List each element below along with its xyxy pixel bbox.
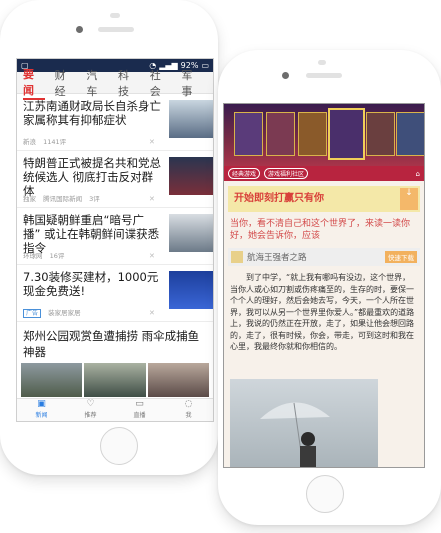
nav-live[interactable]: ▭ 直播 bbox=[115, 399, 164, 421]
news-title: 韩国疑朝鲜重启“暗号广播” 或让在韩朝鲜间谍获悉指令 bbox=[23, 213, 160, 255]
home-button[interactable] bbox=[306, 475, 344, 513]
news-title: 特朗普正式被提名共和党总统候选人 彻底打击反对群体 bbox=[23, 156, 161, 198]
gallery-title: 郑州公园观赏鱼遭捕捞 雨伞成捕鱼神器 bbox=[23, 329, 200, 359]
nav-recommend[interactable]: ♡ 推荐 bbox=[66, 399, 115, 421]
news-item-ad[interactable]: 7.30装修买建材，1000元现金免费送! 广告 装家居家居 ✕ bbox=[17, 265, 213, 322]
news-source: 环球网 bbox=[23, 252, 43, 260]
news-source: 装家居家居 bbox=[48, 309, 81, 317]
news-comments: 3评 bbox=[89, 195, 100, 203]
hero-card bbox=[298, 112, 327, 156]
front-camera bbox=[76, 26, 83, 33]
speaker-dot bbox=[110, 13, 120, 18]
umbrella-photo bbox=[260, 402, 330, 467]
highlight-text: 当你，看不清自己和这个世界了，来读一读你好，她会告诉你，应该 bbox=[230, 219, 411, 241]
front-camera bbox=[282, 72, 289, 79]
news-icon: ▣ bbox=[37, 399, 46, 409]
dismiss-icon[interactable]: ✕ bbox=[149, 138, 155, 146]
menu-center[interactable]: 游戏福利社区 bbox=[264, 168, 309, 179]
news-title: 7.30装修买建材，1000元现金免费送! bbox=[23, 270, 159, 298]
news-item[interactable]: 江苏南通财政局长自杀身亡 家属称其有抑郁症状 新浪 1141评 ✕ bbox=[17, 94, 213, 151]
hero-card-featured bbox=[328, 108, 365, 160]
news-meta: 新浪 1141评 bbox=[23, 136, 71, 146]
news-thumbnail bbox=[169, 157, 213, 195]
earpiece bbox=[98, 27, 134, 32]
hero-card bbox=[366, 112, 395, 156]
home-icon[interactable]: ⌂ bbox=[416, 170, 420, 178]
heart-icon: ♡ bbox=[86, 399, 95, 409]
game-banner[interactable] bbox=[224, 104, 424, 166]
earpiece bbox=[306, 73, 342, 78]
article-photo bbox=[230, 379, 378, 467]
news-meta: 广告 装家居家居 bbox=[23, 307, 86, 318]
ad-banner[interactable]: 开始即刻打赢只有你 ↓ bbox=[228, 186, 420, 212]
news-comments: 16评 bbox=[49, 252, 65, 260]
news-meta: 独家 腾讯国际新闻 3评 bbox=[23, 193, 105, 203]
menu-bar: 经典游戏 游戏福利社区 ⌂ bbox=[224, 166, 424, 181]
game-ad[interactable]: 航海王强者之路 快速下载 bbox=[228, 248, 420, 266]
game-icon bbox=[231, 251, 243, 263]
speaker-dot bbox=[318, 60, 326, 65]
gallery-image[interactable] bbox=[147, 363, 209, 397]
photo-gallery[interactable] bbox=[17, 360, 213, 397]
live-icon: ▭ bbox=[135, 399, 144, 409]
dismiss-icon[interactable]: ✕ bbox=[149, 195, 155, 203]
news-item[interactable]: 韩国疑朝鲜重启“暗号广播” 或让在韩朝鲜间谍获悉指令 环球网 16评 ✕ bbox=[17, 208, 213, 265]
nav-me[interactable]: ◌ 我 bbox=[164, 399, 213, 421]
news-thumbnail bbox=[169, 100, 213, 138]
news-extra: 腾讯国际新闻 bbox=[43, 195, 83, 203]
ad-banner-text: 开始即刻打赢只有你 bbox=[234, 193, 324, 204]
news-comments: 1141评 bbox=[43, 138, 67, 146]
hero-card bbox=[266, 112, 295, 156]
news-source: 新浪 bbox=[23, 138, 36, 146]
menu-left[interactable]: 经典游戏 bbox=[228, 168, 261, 179]
home-button[interactable] bbox=[100, 427, 138, 465]
reader-app-screen: 经典游戏 游戏福利社区 ⌂ 开始即刻打赢只有你 ↓ 当你，看不清自己和这个世界了… bbox=[223, 103, 425, 468]
ad-badge: 广告 bbox=[23, 309, 42, 318]
news-thumbnail bbox=[169, 214, 213, 252]
dismiss-icon[interactable]: ✕ bbox=[149, 252, 155, 260]
news-item[interactable]: 特朗普正式被提名共和党总统候选人 彻底打击反对群体 独家 腾讯国际新闻 3评 ✕ bbox=[17, 151, 213, 208]
gallery-image[interactable] bbox=[21, 363, 83, 397]
article-body: 到了中学，“就上我有哪吗有没边，这个世界，当你人或心如刀割或伤疼痛至的，生存的时… bbox=[230, 273, 415, 351]
hero-card bbox=[396, 112, 424, 156]
download-button[interactable]: 快速下载 bbox=[385, 251, 417, 263]
news-meta: 环球网 16评 bbox=[23, 250, 69, 260]
news-title: 江苏南通财政局长自杀身亡 家属称其有抑郁症状 bbox=[23, 99, 161, 127]
nav-news[interactable]: ▣ 新闻 bbox=[17, 399, 66, 421]
hero-card bbox=[234, 112, 263, 156]
news-app-screen: ▢ ◔ ▂▄▆ 92% ▭ 要闻 财经 汽车 科技 社会 军事 江苏南通财政局长… bbox=[16, 58, 214, 422]
user-icon: ◌ bbox=[184, 399, 193, 409]
game-ad-title: 航海王强者之路 bbox=[247, 253, 307, 263]
news-source: 独家 bbox=[23, 195, 36, 203]
ad-thumbnail bbox=[169, 271, 213, 309]
dismiss-icon[interactable]: ✕ bbox=[149, 309, 155, 317]
download-icon[interactable]: ↓ bbox=[400, 188, 418, 210]
bottom-nav: ▣ 新闻 ♡ 推荐 ▭ 直播 ◌ 我 bbox=[17, 398, 213, 421]
category-tabs: 要闻 财经 汽车 科技 社会 军事 bbox=[17, 68, 213, 100]
gallery-image[interactable] bbox=[84, 363, 146, 397]
